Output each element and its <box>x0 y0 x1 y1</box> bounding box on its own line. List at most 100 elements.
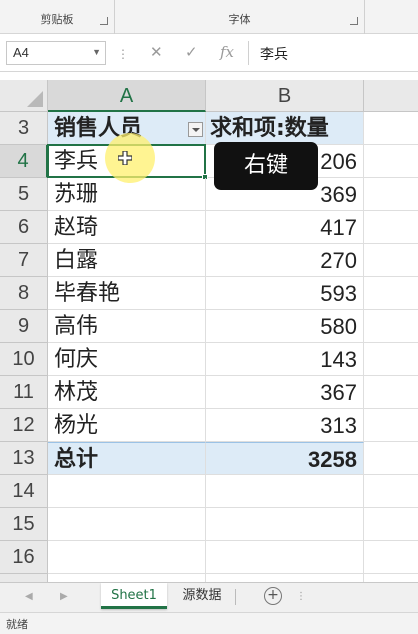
row-header-7[interactable]: 7 <box>0 244 48 277</box>
cell-a7[interactable]: 白露 <box>48 244 206 277</box>
filter-dropdown-icon[interactable] <box>188 122 203 137</box>
scroll-right-icon[interactable]: ▶ <box>60 591 68 602</box>
cell-b15[interactable] <box>206 508 364 541</box>
clipboard-group-label: 剪贴板 <box>40 13 74 26</box>
row-header-14[interactable]: 14 <box>0 475 48 508</box>
cell-a10[interactable]: 何庆 <box>48 343 206 376</box>
cell-b12[interactable]: 313 <box>206 409 364 442</box>
cell-c4[interactable] <box>364 145 418 178</box>
cell-text: 毕春艳 <box>54 281 121 306</box>
formula-input[interactable]: 李兵 <box>260 44 288 64</box>
cell-text: 何庆 <box>54 347 99 372</box>
scroll-left-icon[interactable]: ◀ <box>25 591 33 602</box>
clipboard-launcher-icon[interactable] <box>100 17 108 25</box>
cell-c13[interactable] <box>364 442 418 475</box>
name-box-value: A4 <box>13 45 29 60</box>
horizontal-scroll-handle[interactable]: ⋮ <box>296 591 306 602</box>
right-click-tooltip: 右键 <box>214 142 318 190</box>
row-header-17[interactable]: 17 <box>0 574 48 582</box>
cell-c3[interactable] <box>364 112 418 145</box>
cell-b17[interactable] <box>206 574 364 582</box>
ribbon: 剪贴板 字体 <box>0 0 418 34</box>
cell-text: 白露 <box>54 248 99 273</box>
tab-sheet1[interactable]: Sheet1 <box>101 583 167 609</box>
status-text: 就绪 <box>6 618 28 631</box>
cell-text: 林茂 <box>54 380 99 405</box>
cell-b7[interactable]: 270 <box>206 244 364 277</box>
select-all-corner[interactable] <box>0 80 48 112</box>
row-header-3[interactable]: 3 <box>0 112 48 145</box>
enter-icon[interactable]: ✓ <box>185 43 198 61</box>
sheet-tab-bar: ◀ ▶ Sheet1 源数据 + ⋮ <box>0 582 418 612</box>
cell-a11[interactable]: 林茂 <box>48 376 206 409</box>
cell-b11[interactable]: 367 <box>206 376 364 409</box>
cell-c12[interactable] <box>364 409 418 442</box>
cell-c9[interactable] <box>364 310 418 343</box>
cell-c7[interactable] <box>364 244 418 277</box>
cell-a14[interactable] <box>48 475 206 508</box>
cancel-icon[interactable]: ✕ <box>150 43 163 61</box>
pivot-value-header[interactable]: 求和项:数量 <box>206 112 364 145</box>
tab-divider <box>235 589 236 605</box>
pivot-grand-total-value[interactable]: 3258 <box>206 442 364 475</box>
row-header-11[interactable]: 11 <box>0 376 48 409</box>
cell-b16[interactable] <box>206 541 364 574</box>
formula-bar: A4 ▼ ⋮ ✕ ✓ fx 李兵 <box>0 34 418 72</box>
column-header-a[interactable]: A <box>48 80 206 112</box>
cell-c6[interactable] <box>364 211 418 244</box>
cell-c5[interactable] <box>364 178 418 211</box>
font-group: 字体 <box>115 0 365 34</box>
cell-a9[interactable]: 高伟 <box>48 310 206 343</box>
cell-a12[interactable]: 杨光 <box>48 409 206 442</box>
cell-text: 总计 <box>54 447 99 472</box>
row-header-16[interactable]: 16 <box>0 541 48 574</box>
row-header-15[interactable]: 15 <box>0 508 48 541</box>
add-sheet-icon[interactable]: + <box>264 587 282 605</box>
clipboard-group: 剪贴板 <box>0 0 115 34</box>
row-header-4[interactable]: 4 <box>0 145 48 178</box>
column-header-c[interactable] <box>364 80 418 112</box>
row-header-6[interactable]: 6 <box>0 211 48 244</box>
column-header-b[interactable]: B <box>206 80 364 112</box>
row-header-10[interactable]: 10 <box>0 343 48 376</box>
cell-c17[interactable] <box>364 574 418 582</box>
row-header-13[interactable]: 13 <box>0 442 48 475</box>
chevron-down-icon[interactable]: ▼ <box>92 47 101 57</box>
cell-c8[interactable] <box>364 277 418 310</box>
cell-text: 赵琦 <box>54 215 99 240</box>
formula-bar-divider <box>248 41 249 65</box>
cell-a17[interactable] <box>48 574 206 582</box>
cell-b6[interactable]: 417 <box>206 211 364 244</box>
cell-a5[interactable]: 苏珊 <box>48 178 206 211</box>
worksheet-grid[interactable]: A B 3 销售人员 求和项:数量 4 李兵 206 5 苏珊 369 6 赵琦 417 7 白露 270 8… <box>0 80 418 582</box>
name-box[interactable]: A4 ▼ <box>6 41 106 65</box>
cell-b9[interactable]: 580 <box>206 310 364 343</box>
cell-c15[interactable] <box>364 508 418 541</box>
cell-b14[interactable] <box>206 475 364 508</box>
cell-cursor-icon <box>118 151 132 165</box>
cell-a15[interactable] <box>48 508 206 541</box>
cell-text: 李兵 <box>54 149 99 174</box>
cell-c16[interactable] <box>364 541 418 574</box>
insert-function-icon[interactable]: fx <box>220 43 234 61</box>
row-header-5[interactable]: 5 <box>0 178 48 211</box>
row-header-9[interactable]: 9 <box>0 310 48 343</box>
cell-text: 苏珊 <box>54 182 99 207</box>
row-header-8[interactable]: 8 <box>0 277 48 310</box>
tab-source-data[interactable]: 源数据 <box>172 583 232 609</box>
more-dots-icon[interactable]: ⋮ <box>117 47 129 61</box>
font-group-label: 字体 <box>228 13 251 26</box>
row-header-12[interactable]: 12 <box>0 409 48 442</box>
cell-b8[interactable]: 593 <box>206 277 364 310</box>
cell-c14[interactable] <box>364 475 418 508</box>
cell-text: 高伟 <box>54 314 99 339</box>
cell-a16[interactable] <box>48 541 206 574</box>
cell-a8[interactable]: 毕春艳 <box>48 277 206 310</box>
font-launcher-icon[interactable] <box>350 17 358 25</box>
cell-b10[interactable]: 143 <box>206 343 364 376</box>
cell-a6[interactable]: 赵琦 <box>48 211 206 244</box>
cell-text: 杨光 <box>54 413 99 438</box>
pivot-grand-total-label[interactable]: 总计 <box>48 442 206 475</box>
cell-c10[interactable] <box>364 343 418 376</box>
cell-c11[interactable] <box>364 376 418 409</box>
